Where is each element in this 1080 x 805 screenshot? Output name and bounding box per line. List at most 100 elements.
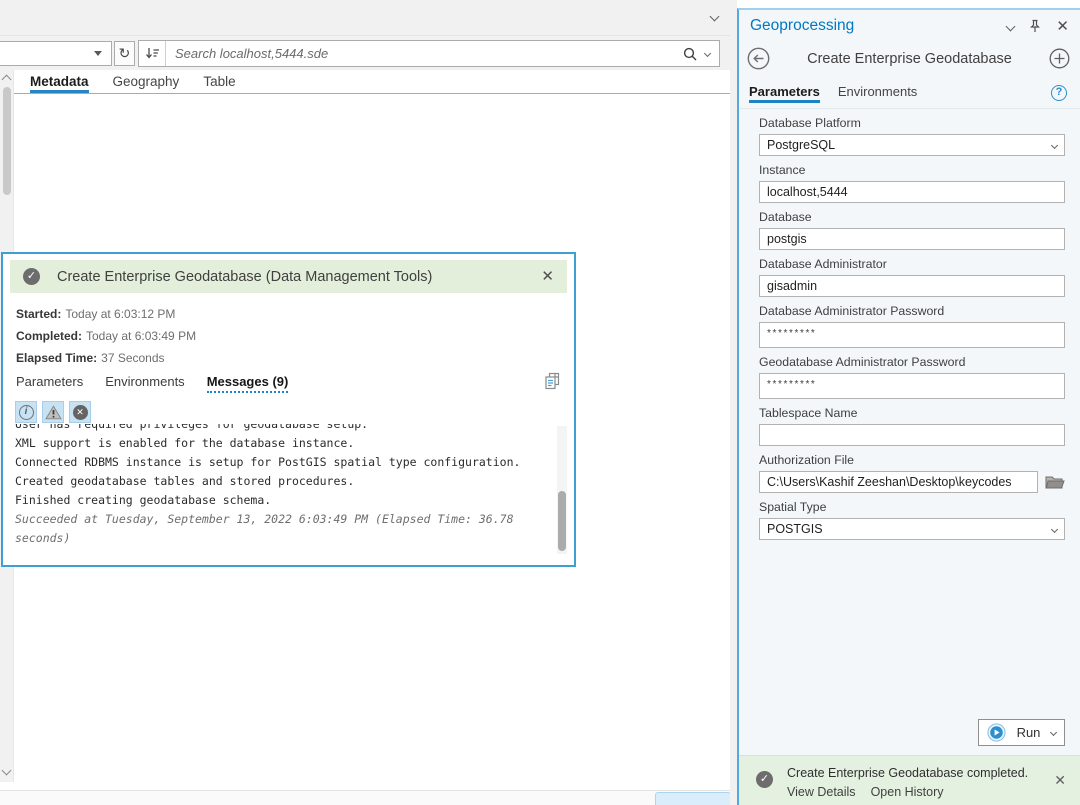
plus-circle-icon (1049, 48, 1070, 69)
notification-check-icon: ✓ (756, 771, 773, 788)
scroll-down-icon[interactable] (2, 766, 12, 776)
search-options-chevron[interactable] (703, 51, 719, 56)
selected-value: POSTGIS (767, 522, 823, 536)
field-label: Database (759, 210, 1065, 225)
refresh-button[interactable]: ↻ (114, 41, 135, 66)
field-label: Database Administrator (759, 257, 1065, 272)
copy-icon (544, 372, 561, 390)
tabs-separator (739, 108, 1080, 109)
message-line: User has required privileges for geodata… (15, 424, 549, 434)
message-line: XML support is enabled for the database … (15, 434, 549, 453)
field-label: Database Platform (759, 116, 1065, 131)
spatial-type-select[interactable]: POSTGIS (759, 518, 1065, 540)
database-input[interactable]: postgis (759, 228, 1065, 250)
gp-tabs: Parameters Environments (749, 84, 917, 103)
open-history-link[interactable]: Open History (871, 785, 944, 799)
sort-button[interactable] (139, 41, 166, 66)
copy-messages-button[interactable] (544, 372, 561, 390)
selected-value: PostgreSQL (767, 138, 835, 152)
dialog-close-icon[interactable]: ✕ (541, 269, 554, 284)
dialog-tab-parameters[interactable]: Parameters (16, 374, 83, 393)
view-details-link[interactable]: View Details (787, 785, 856, 799)
tab-geography[interactable]: Geography (113, 74, 180, 93)
message-line: Created geodatabase tables and stored pr… (15, 472, 549, 491)
field-group-geodatabase-administrator-password: Geodatabase Administrator Password******… (759, 355, 1065, 399)
notification-links: View Details Open History (787, 785, 1054, 799)
add-to-project-button[interactable] (1049, 48, 1070, 69)
message-line: Connected RDBMS instance is setup for Po… (15, 453, 549, 472)
folder-icon (1045, 474, 1065, 490)
field-label: Authorization File (759, 453, 1065, 468)
geoprocessing-pane: Geoprocessing ✕ Create Enterprise Geodat… (737, 8, 1080, 805)
gp-tab-parameters[interactable]: Parameters (749, 84, 820, 103)
help-icon[interactable]: ? (1051, 85, 1067, 101)
dialog-title: Create Enterprise Geodatabase (Data Mana… (40, 269, 541, 285)
chevron-down-icon (1051, 525, 1058, 532)
notification-close-icon[interactable]: ✕ (1054, 773, 1066, 788)
run-options-chevron-icon[interactable] (1050, 729, 1057, 736)
scrollbar-thumb[interactable] (3, 87, 11, 195)
field-label: Instance (759, 163, 1065, 178)
tool-title: Create Enterprise Geodatabase (770, 51, 1049, 67)
message-scrollbar[interactable] (557, 426, 567, 554)
field-label: Spatial Type (759, 500, 1065, 515)
browse-folder-button[interactable] (1045, 474, 1065, 490)
search-icon[interactable] (679, 47, 703, 61)
elapsed-value: 37 Seconds (101, 351, 164, 365)
message-line: Finished creating geodatabase schema. (15, 491, 549, 510)
field-group-database-administrator: Database Administrator gisadmin (759, 257, 1065, 297)
elapsed-label: Elapsed Time: (16, 351, 97, 365)
instance-input[interactable]: localhost,5444 (759, 181, 1065, 203)
tab-table[interactable]: Table (203, 74, 235, 93)
play-icon (987, 723, 1006, 742)
database-platform-select[interactable]: PostgreSQL (759, 134, 1065, 156)
filter-info-button[interactable]: i (15, 401, 37, 423)
back-button[interactable] (747, 47, 770, 70)
field-group-authorization-file: Authorization File C:\Users\Kashif Zeesha… (759, 453, 1065, 493)
elapsed-row: Elapsed Time: 37 Seconds (16, 347, 196, 369)
search-box[interactable]: Search localhost,5444.sde (138, 40, 720, 67)
message-filters: i ✕ (15, 401, 91, 423)
dialog-header: ✓ Create Enterprise Geodatabase (Data Ma… (10, 260, 567, 293)
pane-options-chevron-icon[interactable] (1006, 21, 1016, 31)
docked-tab-indicator[interactable] (655, 792, 731, 805)
back-arrow-icon (747, 47, 770, 70)
tool-header-row: Create Enterprise Geodatabase (747, 47, 1070, 70)
message-result-line: Succeeded at Tuesday, September 13, 2022… (15, 510, 549, 548)
run-button[interactable]: Run (978, 719, 1065, 746)
completed-value: Today at 6:03:49 PM (86, 329, 196, 343)
sort-icon (145, 47, 160, 60)
pane-title-row: Geoprocessing ✕ (750, 17, 1069, 35)
message-scrollbar-thumb[interactable] (558, 491, 566, 551)
dialog-tab-environments[interactable]: Environments (105, 374, 184, 393)
filter-warning-button[interactable] (42, 401, 64, 423)
field-group-tablespace-name: Tablespace Name (759, 406, 1065, 446)
tablespace-name-input[interactable] (759, 424, 1065, 446)
database-administrator-input[interactable]: gisadmin (759, 275, 1065, 297)
pin-icon[interactable] (1029, 19, 1041, 33)
catalog-tabs: Metadata Geography Table (30, 70, 236, 93)
pane-close-icon[interactable]: ✕ (1056, 19, 1069, 34)
app-window: ↻ Search localhost,5444.sde Metadata Geo… (0, 0, 1080, 805)
field-group-spatial-type: Spatial Type POSTGIS (759, 500, 1065, 540)
started-label: Started: (16, 307, 61, 321)
started-value: Today at 6:03:12 PM (65, 307, 175, 321)
scroll-up-icon[interactable] (2, 75, 12, 85)
dialog-message-list[interactable]: User has required privileges for geodata… (15, 424, 549, 556)
search-input[interactable]: Search localhost,5444.sde (166, 46, 679, 61)
geodatabase-administrator-password-input[interactable]: ********* (759, 373, 1065, 399)
field-group-database: Database postgis (759, 210, 1065, 250)
dialog-tab-messages[interactable]: Messages (9) (207, 374, 289, 393)
gp-tab-environments[interactable]: Environments (838, 84, 917, 103)
database-administrator-password-input[interactable]: ********* (759, 322, 1065, 348)
pane-title: Geoprocessing (750, 17, 992, 35)
filter-error-button[interactable]: ✕ (69, 401, 91, 423)
chevron-down-icon (94, 51, 102, 60)
gp-fields: Database Platform PostgreSQL Instance local… (759, 116, 1065, 547)
pane-splitter[interactable] (730, 0, 737, 805)
tab-metadata[interactable]: Metadata (30, 74, 89, 93)
notification-body: Create Enterprise Geodatabase completed.… (773, 766, 1054, 799)
authorization-file-input[interactable]: C:\Users\Kashif Zeeshan\Desktop\keycodes (759, 471, 1038, 493)
location-combobox[interactable] (0, 41, 112, 66)
success-check-icon: ✓ (23, 268, 40, 285)
